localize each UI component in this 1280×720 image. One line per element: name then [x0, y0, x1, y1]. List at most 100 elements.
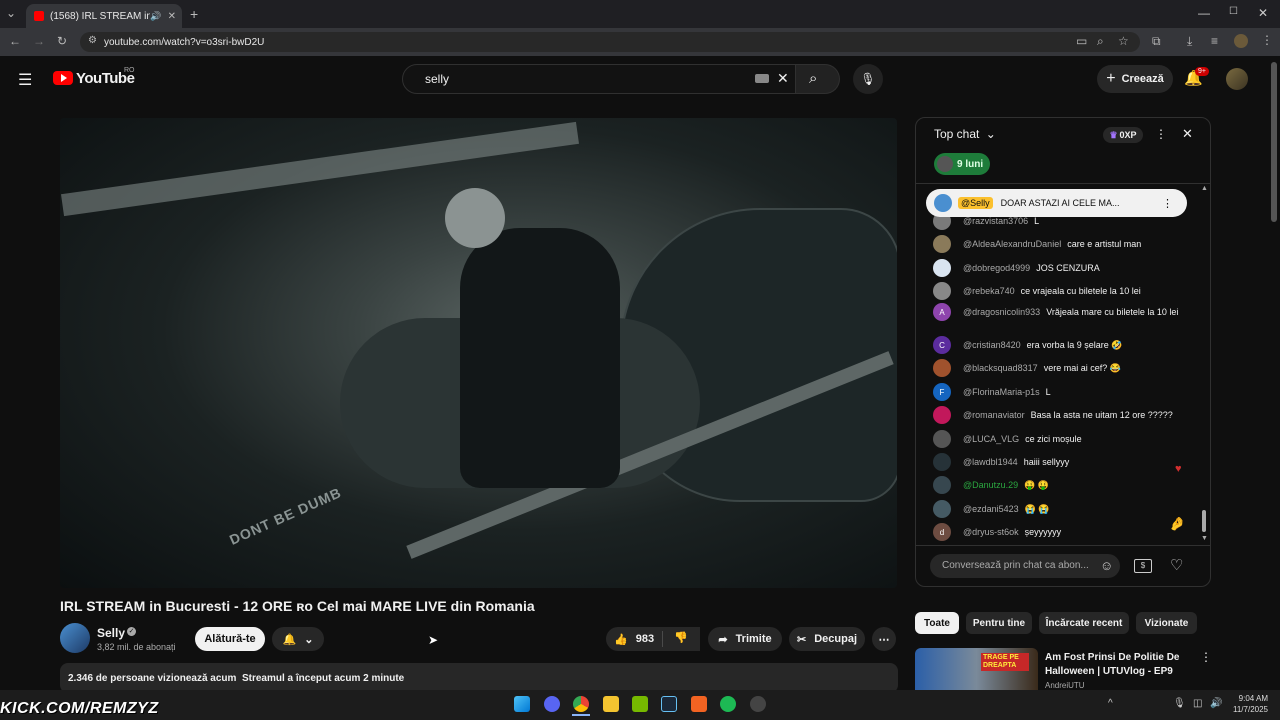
clear-search-icon[interactable]: ✕ — [777, 70, 789, 87]
recommendation-menu-icon[interactable]: ⋮ — [1200, 650, 1212, 664]
obs-icon[interactable] — [750, 696, 766, 712]
scroll-down-icon[interactable]: ▼ — [1201, 535, 1208, 542]
chat-message[interactable]: @lawdbl1944 haiii sellyyy — [933, 453, 1193, 471]
chat-message[interactable]: @Danutzu.29 🤑 🤑 — [933, 476, 1193, 494]
chat-username[interactable]: @rebeka740 — [963, 286, 1015, 296]
back-icon[interactable]: ← — [9, 34, 21, 48]
super-chat-icon[interactable]: $ — [1134, 559, 1152, 573]
tab-close-icon[interactable]: ✕ — [168, 11, 176, 22]
site-info-icon[interactable]: ⚙ — [88, 35, 97, 46]
dislike-button[interactable]: 👎 — [674, 631, 688, 644]
chat-message[interactable]: @rebeka740 ce vrajeala cu biletele la 10 … — [933, 282, 1193, 300]
discord-icon[interactable] — [544, 696, 560, 712]
chat-username[interactable]: @dobregod4999 — [963, 263, 1030, 273]
membership-badge[interactable]: 9 luni — [934, 153, 990, 175]
chip-all[interactable]: Toate — [915, 612, 959, 634]
chat-username[interactable]: @ezdani5423 — [963, 504, 1019, 514]
chat-username[interactable]: @FlorinaMaria-p1s — [963, 387, 1040, 397]
chat-scrollbar[interactable]: ▲ ▼ — [1200, 185, 1208, 545]
chip-recently-uploaded[interactable]: Încărcate recent — [1039, 612, 1129, 634]
chat-message[interactable]: @blacksquad8317 vere mai ai cef? 😂 — [933, 359, 1193, 377]
chat-message[interactable]: @ezdani5423 😭 😭 — [933, 500, 1193, 518]
chat-message[interactable]: d @dryus-st6ok șeyyyyyy — [933, 523, 1193, 541]
browser-tab[interactable]: (1568) IRL STREAM in Bucuresti 🔊 ✕ — [26, 4, 182, 28]
bookmark-star-icon[interactable]: ☆ — [1118, 34, 1129, 48]
reload-icon[interactable]: ↻ — [57, 34, 67, 48]
account-avatar[interactable] — [1226, 68, 1248, 90]
chat-avatar[interactable] — [933, 500, 951, 518]
chat-message[interactable]: @LUCA_VLG ce zici moșule — [933, 430, 1193, 448]
scroll-thumb[interactable] — [1202, 510, 1206, 532]
emoji-picker-icon[interactable]: ☺ — [1100, 558, 1113, 573]
chat-username[interactable]: @dryus-st6ok — [963, 527, 1019, 537]
description-box[interactable]: 2.346 de persoane vizionează acum Stream… — [60, 663, 898, 693]
browser-menu-icon[interactable]: ⋮ — [1261, 33, 1273, 47]
chat-username[interactable]: @dragosnicolin933 — [963, 307, 1040, 317]
keyboard-icon[interactable] — [755, 74, 769, 83]
chat-message[interactable]: C @cristian8420 era vorba la 9 șelare 🤣 — [933, 336, 1193, 354]
chrome-icon[interactable] — [573, 696, 589, 712]
heart-reaction-icon[interactable]: ♡ — [1170, 556, 1183, 574]
chip-watched[interactable]: Vizionate — [1136, 612, 1197, 634]
chat-username[interactable]: @cristian8420 — [963, 340, 1021, 350]
chat-username[interactable]: @blacksquad8317 — [963, 363, 1038, 373]
chat-message[interactable]: F @FlorinaMaria-p1s L — [933, 383, 1193, 401]
audio-icon[interactable]: 🔊 — [150, 11, 161, 22]
chat-message[interactable]: @dobregod4999 JOS CENZURA — [933, 259, 1193, 277]
url-bar[interactable]: ⚙ youtube.com/watch?v=o3sri-bwD2U — [80, 32, 1140, 52]
chat-input[interactable]: Conversează prin chat ca abon... — [930, 554, 1120, 578]
window-maximize-icon[interactable]: ☐ — [1229, 6, 1238, 17]
more-actions-button[interactable]: ⋯ — [872, 627, 896, 651]
chat-avatar[interactable]: C — [933, 336, 951, 354]
chat-message[interactable]: A @dragosnicolin933 Vrăjeala mare cu bilet… — [933, 303, 1193, 321]
network-icon[interactable]: ◫ — [1193, 698, 1202, 709]
chat-avatar[interactable] — [933, 359, 951, 377]
create-button[interactable]: + Creează — [1097, 65, 1173, 93]
chat-menu-icon[interactable]: ⋮ — [1155, 127, 1167, 141]
chat-avatar[interactable] — [933, 476, 951, 494]
chat-close-icon[interactable]: ✕ — [1182, 126, 1193, 142]
pinned-menu-icon[interactable]: ⋮ — [1162, 197, 1173, 210]
tab-list-icon[interactable]: ⌄ — [6, 6, 16, 20]
system-clock[interactable]: 9:04 AM 11/7/2025 — [1226, 693, 1268, 715]
join-button[interactable]: Alătură-te — [195, 627, 265, 651]
channel-name[interactable]: Selly — [97, 626, 125, 640]
app-launcher-icon[interactable] — [691, 696, 707, 712]
recommendation-thumbnail[interactable]: TRAGE PE DREAPTA — [915, 648, 1038, 690]
recommendation-title[interactable]: Am Fost Prinsi De Politie De Halloween |… — [1045, 651, 1179, 679]
chat-avatar[interactable] — [933, 282, 951, 300]
chat-username[interactable]: @lawdbl1944 — [963, 457, 1018, 467]
pinned-message[interactable]: @Selly DOAR ASTAZI AI CELE MA... ⋮ — [926, 189, 1187, 217]
chat-message[interactable]: @romanaviator Basa la asta ne uitam 12 or… — [933, 406, 1193, 424]
share-button[interactable]: ➦ Trimite — [708, 627, 782, 651]
page-scrollbar[interactable] — [1271, 62, 1277, 222]
chat-message[interactable]: @AldeaAlexandruDaniel care e artistul man — [933, 235, 1193, 253]
chat-avatar[interactable]: A — [933, 303, 951, 321]
voice-search-button[interactable]: 🎙 — [853, 64, 883, 94]
scroll-up-icon[interactable]: ▲ — [1201, 185, 1208, 192]
cast-icon[interactable]: ▭ — [1076, 34, 1087, 48]
volume-icon[interactable]: 🔊 — [1210, 698, 1222, 709]
chat-avatar[interactable]: d — [933, 523, 951, 541]
chat-username[interactable]: @razvistan3706 — [963, 216, 1028, 226]
tray-expand-icon[interactable]: ^ — [1108, 698, 1113, 709]
clip-button[interactable]: ✂ Decupaj — [789, 627, 865, 651]
chip-for-you[interactable]: Pentru tine — [966, 612, 1032, 634]
steam-icon[interactable] — [661, 696, 677, 712]
window-minimize-icon[interactable]: — — [1198, 6, 1210, 20]
recommendation-channel[interactable]: AndreiUTU — [1045, 681, 1085, 690]
profile-avatar[interactable] — [1234, 34, 1248, 48]
chat-username[interactable]: @AldeaAlexandruDaniel — [963, 239, 1061, 249]
download-icon[interactable]: ⤓ — [1187, 34, 1192, 49]
chat-username[interactable]: @Danutzu.29 — [963, 480, 1018, 490]
chat-avatar[interactable] — [933, 430, 951, 448]
chat-avatar[interactable]: F — [933, 383, 951, 401]
extensions-icon[interactable]: ⧉ — [1152, 34, 1161, 49]
youtube-logo-icon[interactable] — [53, 71, 73, 85]
channel-avatar[interactable] — [60, 623, 90, 653]
search-input[interactable]: selly ✕ — [402, 64, 796, 94]
nvidia-icon[interactable] — [632, 696, 648, 712]
new-tab-icon[interactable]: + — [190, 6, 198, 22]
chat-avatar[interactable] — [933, 453, 951, 471]
reading-list-icon[interactable]: ≡ — [1211, 34, 1218, 48]
